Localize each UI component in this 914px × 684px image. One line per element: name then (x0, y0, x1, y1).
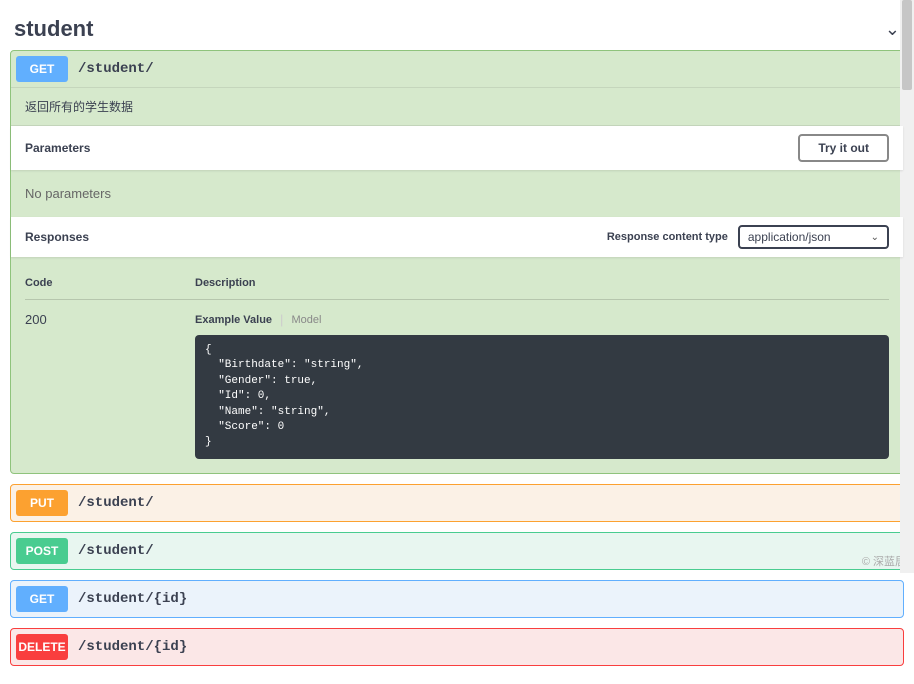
responses-table-header: Code Description (25, 271, 889, 300)
endpoint-get-student-id: GET /student/{id} (10, 580, 904, 618)
tab-separator: | (280, 312, 283, 327)
endpoint-get-student: GET /student/ 返回所有的学生数据 Parameters Try i… (10, 50, 904, 474)
endpoint-summary[interactable]: PUT /student/ (11, 485, 903, 521)
tab-example-value[interactable]: Example Value (195, 314, 272, 326)
content-type-label: Response content type (607, 231, 728, 243)
response-row: 200 Example Value | Model { "Birthdate":… (25, 300, 889, 459)
code-column-header: Code (25, 277, 195, 289)
endpoint-description: 返回所有的学生数据 (11, 88, 903, 126)
endpoint-path: /student/ (78, 495, 154, 511)
endpoint-delete-student-id: DELETE /student/{id} (10, 628, 904, 666)
endpoint-summary[interactable]: POST /student/ (11, 533, 903, 569)
method-badge-put: PUT (16, 490, 68, 516)
content-type-value: application/json (748, 230, 831, 244)
endpoint-put-student: PUT /student/ (10, 484, 904, 522)
response-code: 200 (25, 312, 195, 459)
content-type-select[interactable]: application/json ⌄ (738, 225, 889, 249)
scrollbar-thumb[interactable] (902, 0, 912, 90)
endpoint-path: /student/{id} (78, 591, 187, 607)
responses-header: Responses Response content type applicat… (11, 217, 903, 257)
example-value-code[interactable]: { "Birthdate": "string", "Gender": true,… (195, 335, 889, 459)
parameters-label: Parameters (25, 141, 90, 155)
responses-label: Responses (25, 230, 89, 244)
chevron-down-icon: ⌄ (871, 232, 879, 243)
method-badge-post: POST (16, 538, 68, 564)
endpoint-path: /student/ (78, 61, 154, 77)
method-badge-delete: DELETE (16, 634, 68, 660)
try-it-out-button[interactable]: Try it out (798, 134, 889, 162)
section-title: student (14, 16, 93, 42)
chevron-down-icon: ⌄ (885, 19, 900, 40)
endpoint-path: /student/{id} (78, 639, 187, 655)
endpoint-summary[interactable]: GET /student/{id} (11, 581, 903, 617)
parameters-header: Parameters Try it out (11, 126, 903, 170)
method-badge-get: GET (16, 56, 68, 82)
endpoint-summary[interactable]: DELETE /student/{id} (11, 629, 903, 665)
endpoint-post-student: POST /student/ (10, 532, 904, 570)
description-column-header: Description (195, 277, 256, 289)
section-toggle[interactable]: student ⌄ (10, 8, 904, 50)
endpoint-summary[interactable]: GET /student/ (11, 51, 903, 87)
no-parameters-text: No parameters (11, 170, 903, 217)
endpoint-path: /student/ (78, 543, 154, 559)
method-badge-get: GET (16, 586, 68, 612)
scrollbar[interactable] (900, 0, 914, 573)
tab-model[interactable]: Model (291, 314, 321, 326)
